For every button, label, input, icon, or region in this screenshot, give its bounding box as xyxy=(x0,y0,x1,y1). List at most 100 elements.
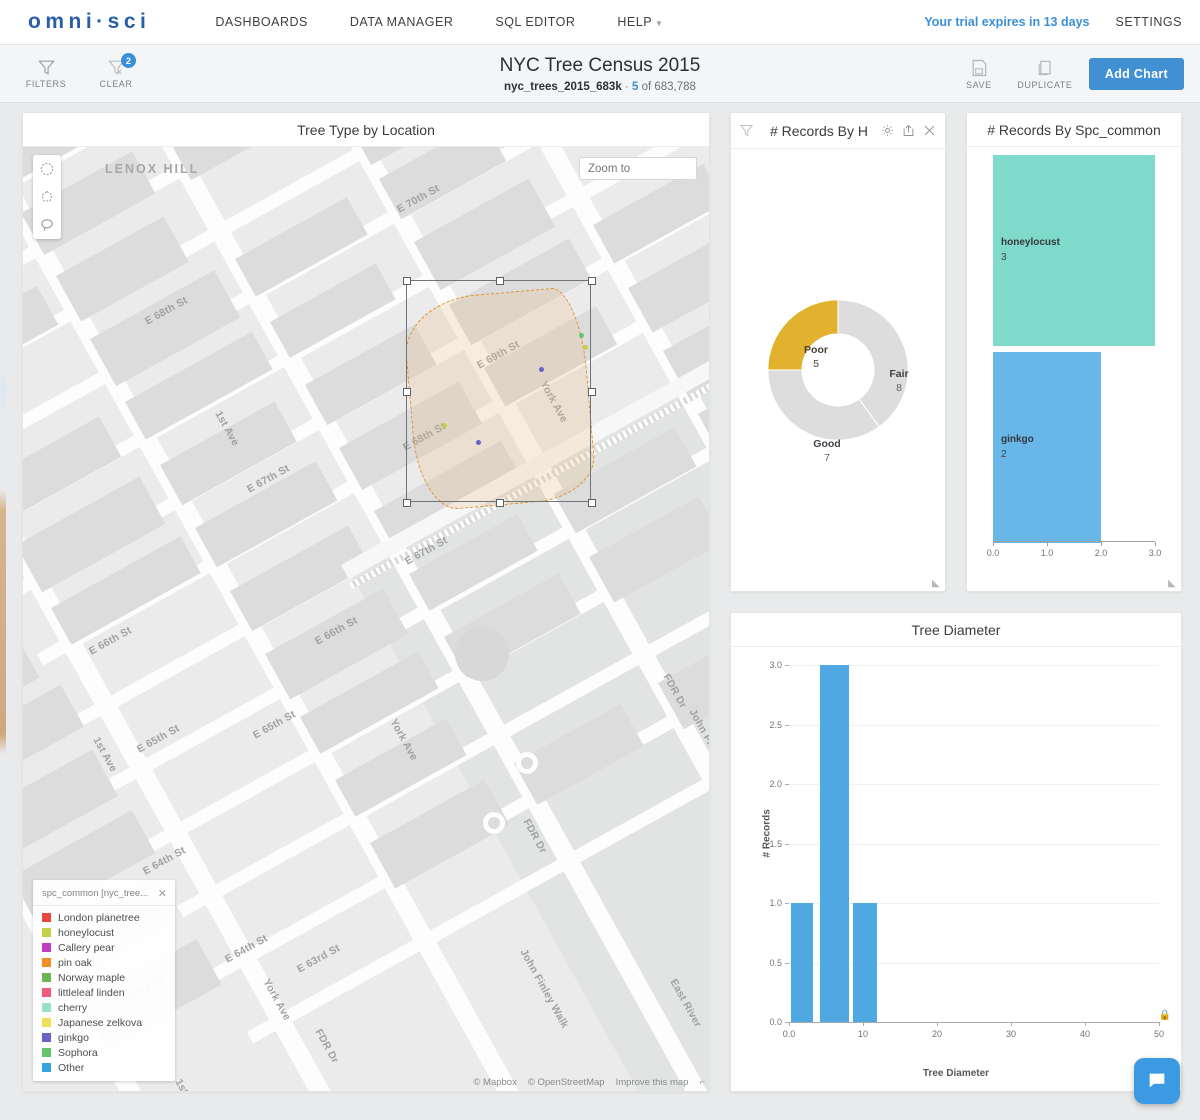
close-icon[interactable] xyxy=(922,123,937,138)
spc-axis-tick-label: 3.0 xyxy=(1149,548,1162,558)
map-resize-handle[interactable]: ⌐ xyxy=(699,1077,705,1088)
histogram-y-tick-label: 2.5 xyxy=(769,720,782,730)
save-label: SAVE xyxy=(966,80,992,90)
save-button[interactable]: SAVE xyxy=(957,58,1001,90)
tree-point[interactable] xyxy=(442,423,447,428)
subtitle-separator: · xyxy=(625,81,629,93)
chat-support-button[interactable] xyxy=(1134,1058,1180,1104)
donut-resize-handle[interactable]: ◣ xyxy=(932,579,942,589)
map-street-label: 1st Ave xyxy=(173,1077,202,1091)
legend-item-label: honeylocust xyxy=(58,927,114,939)
legend-item[interactable]: pin oak xyxy=(33,955,175,970)
spc-bar-label: honeylocust 3 xyxy=(993,236,1060,265)
legend-item-label: Norway maple xyxy=(58,972,125,984)
donut-svg[interactable] xyxy=(748,280,928,460)
attribution-mapbox[interactable]: © Mapbox xyxy=(473,1077,516,1088)
toolbar-left-group: FILTERS 2 CLEAR xyxy=(24,58,138,89)
legend-item[interactable]: Norway maple xyxy=(33,970,175,985)
histogram-x-tick-label: 40 xyxy=(1080,1029,1090,1039)
legend-item[interactable]: Sophora xyxy=(33,1045,175,1060)
tree-point[interactable] xyxy=(476,440,481,445)
histogram-plot-area[interactable]: 0.0 0.5 1.0 1.5 2.0 2.5 3.0 0.0 10 20 30 40 50 xyxy=(789,665,1159,1023)
legend-item-label: littleleaf linden xyxy=(58,987,125,999)
donut-chart-area[interactable]: Poor 5 Fair 8 Good 7 xyxy=(731,149,945,591)
filters-button[interactable]: FILTERS xyxy=(24,58,68,89)
tree-point[interactable] xyxy=(583,345,588,350)
export-icon[interactable] xyxy=(901,123,916,138)
legend-item[interactable]: cherry xyxy=(33,1000,175,1015)
filter-icon[interactable] xyxy=(739,123,754,138)
circle-select-icon[interactable] xyxy=(33,155,61,183)
histogram-panel: Tree Diameter # Records 0.0 0.5 1.0 1.5 2.0 2… xyxy=(730,612,1182,1092)
histogram-x-tick xyxy=(1159,1022,1160,1026)
histogram-x-tick-label: 0.0 xyxy=(783,1029,796,1039)
clear-filters-button[interactable]: 2 CLEAR xyxy=(94,58,138,89)
histogram-panel-header: Tree Diameter xyxy=(731,613,1181,647)
legend-color-swatch xyxy=(42,913,51,922)
settings-link[interactable]: SETTINGS xyxy=(1115,15,1182,29)
attribution-osm[interactable]: © OpenStreetMap xyxy=(528,1077,605,1088)
selection-bounding-box[interactable] xyxy=(406,280,591,502)
add-chart-button[interactable]: Add Chart xyxy=(1089,58,1184,90)
legend-item[interactable]: Callery pear xyxy=(33,940,175,955)
duplicate-button[interactable]: DUPLICATE xyxy=(1023,58,1067,90)
clear-filter-count-badge: 2 xyxy=(121,53,136,68)
nav-item-data-manager[interactable]: DATA MANAGER xyxy=(350,15,453,29)
nav-item-sql-editor[interactable]: SQL EDITOR xyxy=(495,15,575,29)
nav-item-dashboards[interactable]: DASHBOARDS xyxy=(215,15,308,29)
spc-resize-handle[interactable]: ◣ xyxy=(1168,579,1178,589)
legend-item[interactable]: Other xyxy=(33,1060,175,1075)
legend-color-swatch xyxy=(42,1033,51,1042)
selection-resize-handle[interactable] xyxy=(588,499,596,507)
legend-header: spc_common [nyc_tree... ✕ xyxy=(33,887,175,906)
legend-color-swatch xyxy=(42,1003,51,1012)
histogram-bar[interactable] xyxy=(820,665,849,1022)
legend-color-swatch xyxy=(42,928,51,937)
histogram-y-tick xyxy=(785,665,789,666)
attribution-improve[interactable]: Improve this map xyxy=(616,1077,689,1088)
polygon-select-icon[interactable] xyxy=(33,183,61,211)
trial-status-link[interactable]: Your trial expires in 13 days xyxy=(924,15,1089,29)
spc-bar[interactable]: honeylocust 3 xyxy=(993,155,1155,346)
nav-label: DATA MANAGER xyxy=(350,15,453,29)
selection-resize-handle[interactable] xyxy=(403,388,411,396)
legend-item-label: London planetree xyxy=(58,912,140,924)
legend-item[interactable]: Japanese zelkova xyxy=(33,1015,175,1030)
selection-resize-handle[interactable] xyxy=(496,499,504,507)
zoom-to-input[interactable] xyxy=(579,157,697,180)
selection-resize-handle[interactable] xyxy=(496,277,504,285)
omnisci-logo[interactable]: omni·sci xyxy=(28,10,150,34)
tree-point[interactable] xyxy=(539,367,544,372)
close-icon[interactable]: ✕ xyxy=(158,887,167,900)
spc-bars-area[interactable]: honeylocust 3 ginkgo 2 xyxy=(993,155,1155,543)
legend-item[interactable]: London planetree xyxy=(33,910,175,925)
tree-point[interactable] xyxy=(579,333,584,338)
selection-resize-handle[interactable] xyxy=(588,277,596,285)
lasso-select-icon[interactable] xyxy=(33,211,61,239)
gear-icon[interactable] xyxy=(880,123,895,138)
selection-resize-handle[interactable] xyxy=(403,277,411,285)
legend-items: London planetree honeylocust Callery pear p… xyxy=(33,910,175,1075)
selection-resize-handle[interactable] xyxy=(588,388,596,396)
donut-slice[interactable] xyxy=(768,370,879,440)
histogram-y-tick xyxy=(785,844,789,845)
legend-item[interactable]: ginkgo xyxy=(33,1030,175,1045)
donut-slice[interactable] xyxy=(768,300,838,370)
legend-color-swatch xyxy=(42,1048,51,1057)
nav-item-help[interactable]: HELP ▼ xyxy=(617,15,663,29)
histogram-x-tick-label: 10 xyxy=(858,1029,868,1039)
histogram-bar[interactable] xyxy=(791,903,813,1022)
lock-icon[interactable]: 🔒 xyxy=(1159,1010,1171,1021)
legend-item-label: Japanese zelkova xyxy=(58,1017,142,1029)
spc-bar[interactable]: ginkgo 2 xyxy=(993,352,1101,543)
map-canvas[interactable]: E 70th St E 69th St E 68th St E 68th St E 67… xyxy=(23,147,709,1091)
legend-item[interactable]: honeylocust xyxy=(33,925,175,940)
map-roundabout xyxy=(516,752,538,774)
legend-item[interactable]: littleleaf linden xyxy=(33,985,175,1000)
histogram-x-tick xyxy=(1011,1022,1012,1026)
histogram-bar[interactable] xyxy=(853,903,877,1022)
map-chart-panel: Tree Type by Location E 70th St E 69th St… xyxy=(22,112,710,1092)
selection-resize-handle[interactable] xyxy=(403,499,411,507)
spc-axis-tick xyxy=(1047,542,1048,546)
legend-color-swatch xyxy=(42,1063,51,1072)
